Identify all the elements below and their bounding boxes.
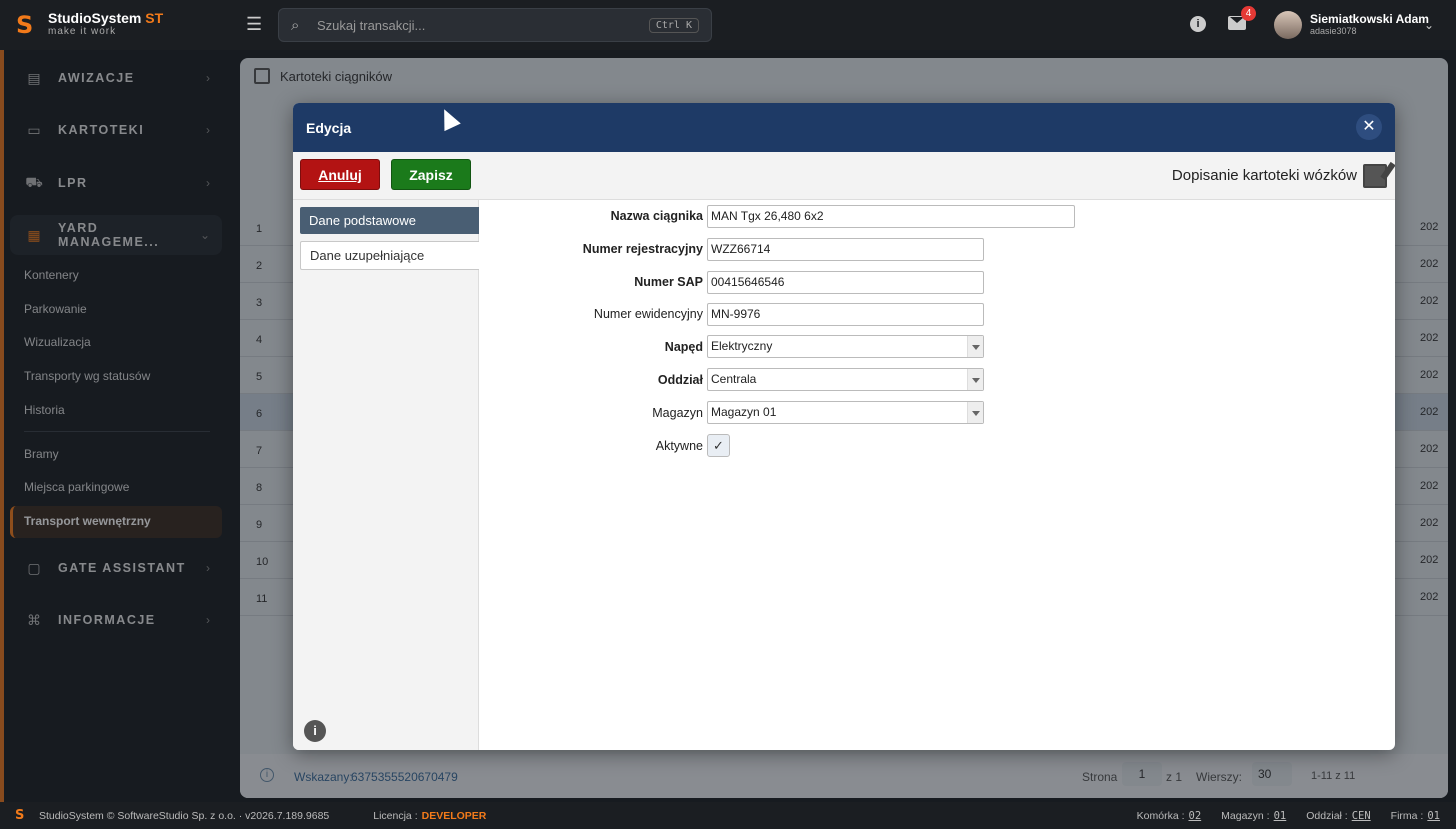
dialog-tabs: Dane podstawowe Dane uzupełniające i — [293, 200, 479, 750]
status-bar: S StudioSystem © SoftwareStudio Sp. z o.… — [0, 802, 1456, 829]
top-bar: S StudioSystem ST make it work ☰ ⌕ Ctrl … — [0, 0, 1456, 50]
field-label-branch: Oddział — [657, 373, 703, 387]
field-label-evid: Numer ewidencyjny — [593, 307, 703, 321]
license-value: DEVELOPER — [421, 809, 487, 822]
dropdown-arrow-icon[interactable] — [967, 336, 983, 357]
evidence-number-field[interactable]: MN-9976 — [707, 303, 984, 326]
field-label-drive: Napęd — [664, 340, 703, 354]
logo-icon: S — [16, 11, 34, 39]
search-input[interactable] — [317, 17, 649, 33]
search-bar[interactable]: ⌕ Ctrl K — [278, 8, 712, 42]
active-checkbox[interactable]: ✓ — [707, 434, 730, 457]
edit-document-icon — [1363, 164, 1387, 188]
close-icon[interactable]: ✕ — [1356, 114, 1382, 140]
warehouse-label: Magazyn : — [1221, 809, 1270, 822]
field-label-warehouse: Magazyn — [652, 406, 703, 420]
cell-value[interactable]: 02 — [1189, 810, 1202, 822]
copyright: StudioSystem © SoftwareStudio Sp. z o.o.… — [39, 809, 330, 822]
info-icon[interactable]: i — [304, 720, 326, 742]
save-button[interactable]: Zapisz — [391, 159, 471, 190]
shortcut-hint: Ctrl K — [648, 17, 699, 33]
form-title: Dopisanie kartoteki wózków — [1171, 167, 1357, 184]
drive-value: Elektryczny — [711, 339, 773, 353]
field-label-reg: Numer rejestracyjny — [582, 242, 703, 256]
warehouse-value[interactable]: 01 — [1274, 810, 1287, 822]
tab-dane-podstawowe[interactable]: Dane podstawowe — [300, 207, 479, 234]
info-icon[interactable]: i — [1190, 16, 1206, 32]
logo-icon: S — [15, 808, 25, 823]
branch-select[interactable]: Centrala — [707, 368, 984, 391]
notification-badge: 4 — [1241, 6, 1256, 21]
avatar[interactable] — [1274, 11, 1302, 39]
field-label-sap: Numer SAP — [634, 275, 703, 289]
branch-value[interactable]: CEN — [1352, 810, 1371, 822]
app-logo[interactable]: S StudioSystem ST make it work — [16, 10, 236, 39]
company-value[interactable]: 01 — [1427, 810, 1440, 822]
drive-select[interactable]: Elektryczny — [707, 335, 984, 358]
name-field[interactable]: MAN Tgx 26,480 6x2 — [707, 205, 1075, 228]
cancel-button[interactable]: Anuluj — [300, 159, 380, 190]
registration-field[interactable]: WZZ66714 — [707, 238, 984, 261]
tab-dane-uzupelniajace[interactable]: Dane uzupełniające — [300, 241, 479, 270]
edit-dialog: Edycja ✕ Anuluj Zapisz Dopisanie kartote… — [293, 103, 1395, 750]
app-tagline: make it work — [48, 26, 117, 37]
search-icon: ⌕ — [291, 16, 300, 34]
dialog-header: Edycja ✕ — [293, 103, 1395, 152]
field-label-name: Nazwa ciągnika — [610, 209, 703, 223]
user-name: Siemiatkowski Adam — [1310, 12, 1429, 26]
menu-toggle-icon[interactable]: ☰ — [246, 14, 264, 34]
company-label: Firma : — [1390, 809, 1424, 822]
cell-label: Komórka : — [1136, 809, 1185, 822]
branch-label: Oddział : — [1306, 809, 1348, 822]
field-label-active: Aktywne — [655, 439, 703, 453]
chevron-down-icon[interactable]: ⌄ — [1424, 18, 1434, 32]
warehouse-value: Magazyn 01 — [711, 405, 777, 419]
sap-field[interactable]: 00415646546 — [707, 271, 984, 294]
user-info[interactable]: Siemiatkowski Adam adasie3078 — [1310, 13, 1429, 37]
branch-value: Centrala — [711, 372, 757, 386]
warehouse-select[interactable]: Magazyn 01 — [707, 401, 984, 424]
dropdown-arrow-icon[interactable] — [967, 369, 983, 390]
dropdown-arrow-icon[interactable] — [967, 402, 983, 423]
dialog-toolbar: Anuluj Zapisz Dopisanie kartoteki wózków — [293, 152, 1395, 200]
user-login: adasie3078 — [1310, 26, 1357, 36]
app-name: StudioSystem ST — [48, 10, 164, 26]
dialog-title: Edycja — [306, 119, 352, 136]
license-label: Licencja : — [373, 809, 418, 822]
